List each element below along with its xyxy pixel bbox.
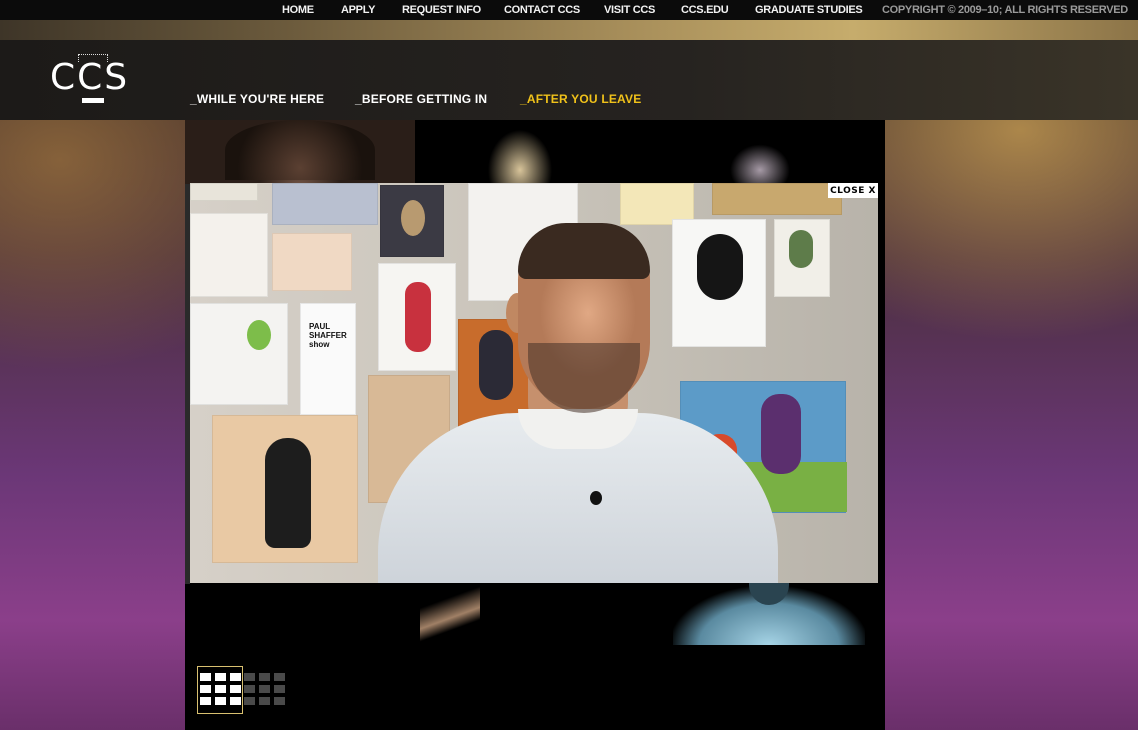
top-nav-home[interactable]: HOME bbox=[282, 4, 314, 16]
poster-text: PAUL SHAFFER show bbox=[309, 322, 347, 349]
copyright-text: COPYRIGHT © 2009–10; ALL RIGHTS RESERVED bbox=[882, 4, 1128, 16]
video-thumbnail[interactable] bbox=[185, 120, 415, 184]
logo-text: CCS bbox=[50, 57, 130, 98]
lapel-mic-icon bbox=[590, 491, 602, 505]
wall-drawing bbox=[272, 233, 352, 291]
close-video-button[interactable]: CLOSE X bbox=[828, 183, 878, 198]
thumbnail-portrait bbox=[749, 583, 789, 605]
nav-after-you-leave[interactable]: _AFTER YOU LEAVE bbox=[520, 92, 641, 106]
video-player[interactable]: PAUL SHAFFER show bbox=[190, 183, 878, 583]
top-bar: HOME APPLY REQUEST INFO CONTACT CCS VISI… bbox=[0, 0, 1138, 20]
decorative-strip bbox=[0, 20, 1138, 40]
nav-before-getting-in[interactable]: _BEFORE GETTING IN bbox=[355, 92, 487, 106]
site-header: CCS _WHILE YOU'RE HERE _BEFORE GETTING I… bbox=[0, 40, 1138, 120]
wall-drawing bbox=[190, 183, 258, 201]
video-thumbnail[interactable] bbox=[673, 583, 865, 645]
top-nav-contact-ccs[interactable]: CONTACT CCS bbox=[504, 4, 580, 16]
top-nav-apply[interactable]: APPLY bbox=[341, 4, 375, 16]
video-thumbnail[interactable] bbox=[475, 120, 565, 184]
video-thumbnail[interactable] bbox=[420, 583, 480, 645]
grid-view-alt-icon[interactable] bbox=[244, 673, 290, 713]
top-nav-graduate-studies[interactable]: GRADUATE STUDIES bbox=[755, 4, 863, 16]
top-nav-visit-ccs[interactable]: VISIT CCS bbox=[604, 4, 655, 16]
video-thumbnail[interactable] bbox=[725, 140, 795, 184]
nav-while-youre-here[interactable]: _WHILE YOU'RE HERE bbox=[190, 92, 324, 106]
wall-drawing bbox=[712, 183, 842, 215]
thumbnail-portrait bbox=[225, 120, 375, 180]
wall-drawing bbox=[212, 415, 358, 563]
wall-drawing bbox=[272, 183, 378, 225]
wall-drawing bbox=[190, 303, 288, 405]
interview-subject bbox=[378, 223, 798, 583]
top-nav-ccs-edu[interactable]: CCS.EDU bbox=[681, 4, 729, 16]
grid-view-icon[interactable] bbox=[197, 666, 243, 714]
grid-view-controls bbox=[197, 666, 289, 714]
wall-drawing bbox=[190, 213, 268, 297]
logo-underline bbox=[82, 98, 104, 103]
ccs-logo[interactable]: CCS bbox=[50, 52, 132, 108]
top-nav-request-info[interactable]: REQUEST INFO bbox=[402, 4, 481, 16]
poster: PAUL SHAFFER show bbox=[300, 303, 356, 415]
